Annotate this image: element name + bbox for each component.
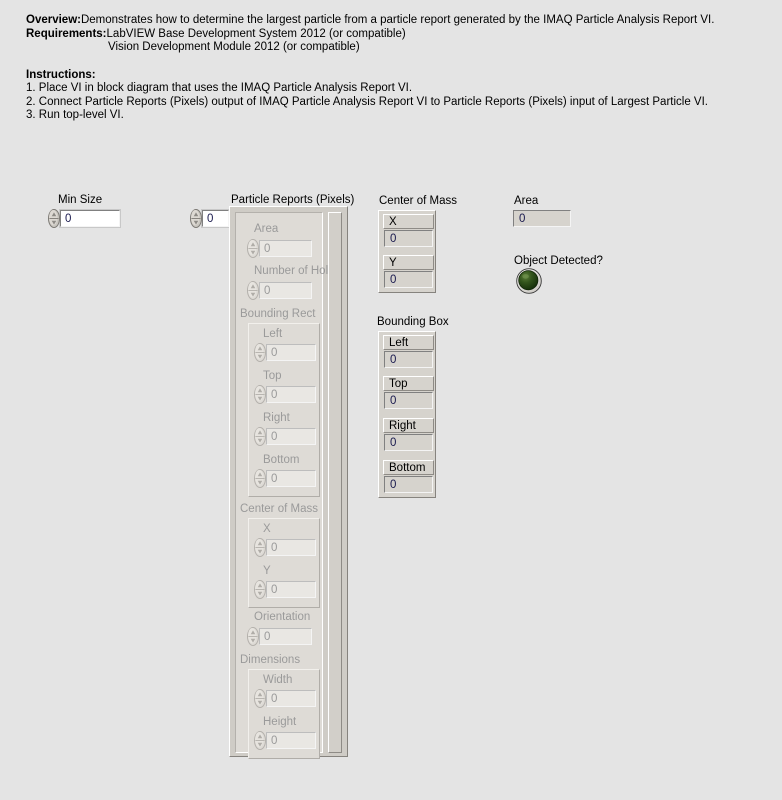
pr-holes-value: 0 bbox=[259, 282, 312, 299]
spinner-up-down-icon bbox=[254, 538, 266, 557]
pr-br-left-value: 0 bbox=[266, 344, 316, 361]
spinner-up-down-icon bbox=[247, 239, 259, 258]
overview-label: Overview: bbox=[26, 14, 81, 26]
pr-dim-width-label: Width bbox=[263, 674, 293, 686]
bb-bottom-value: 0 bbox=[384, 476, 433, 493]
pr-center-of-mass-cluster: X 0 Y 0 bbox=[248, 518, 320, 608]
spinner-up-down-icon[interactable] bbox=[190, 209, 202, 228]
pr-br-bottom-control: 0 bbox=[254, 469, 316, 488]
bb-top-label-shelf: Top bbox=[383, 376, 434, 391]
pr-dimensions-cluster: Width 0 Height 0 bbox=[248, 669, 320, 759]
particle-reports-index-value[interactable]: 0 bbox=[202, 210, 229, 227]
spinner-up-down-icon bbox=[247, 627, 259, 646]
object-detected-led[interactable] bbox=[516, 268, 542, 294]
pr-dimensions-label: Dimensions bbox=[240, 654, 301, 666]
bb-right-label: Right bbox=[389, 420, 416, 432]
bb-bottom-label: Bottom bbox=[389, 462, 426, 474]
pr-dim-width-value: 0 bbox=[266, 690, 316, 707]
bb-right-label-shelf: Right bbox=[383, 418, 434, 433]
pr-dim-height-label: Height bbox=[263, 716, 297, 728]
spinner-up-down-icon bbox=[254, 427, 266, 446]
spinner-up-down-icon bbox=[254, 343, 266, 362]
documentation-block: Overview:Demonstrates how to determine t… bbox=[26, 14, 746, 123]
pr-com-y-label: Y bbox=[263, 565, 271, 577]
pr-br-top-control: 0 bbox=[254, 385, 316, 404]
pr-orientation-control: 0 bbox=[247, 627, 312, 646]
pr-bounding-rect-cluster: Left 0 Top 0 Right 0 Bottom 0 bbox=[248, 323, 320, 497]
center-of-mass-label: Center of Mass bbox=[379, 195, 457, 207]
pr-com-x-label: X bbox=[263, 523, 271, 535]
min-size-label: Min Size bbox=[58, 194, 103, 206]
particle-reports-array[interactable]: Area 0 Number of Holes 0 Bounding Rect L… bbox=[229, 206, 348, 759]
min-size-value[interactable]: 0 bbox=[60, 210, 120, 227]
particle-reports-index-control[interactable]: 0 bbox=[190, 209, 229, 228]
pr-dim-height-value: 0 bbox=[266, 732, 316, 749]
pr-area-value: 0 bbox=[259, 240, 312, 257]
led-bulb bbox=[518, 270, 539, 291]
instruction-item-2: 2. Connect Particle Reports (Pixels) out… bbox=[26, 95, 708, 108]
pr-br-top-value: 0 bbox=[266, 386, 316, 403]
pr-com-y-value: 0 bbox=[266, 581, 316, 598]
instructions-label: Instructions: bbox=[26, 68, 96, 81]
pr-dim-width-control: 0 bbox=[254, 689, 316, 708]
spinner-up-down-icon bbox=[254, 469, 266, 488]
pr-br-top-label: Top bbox=[263, 370, 282, 382]
particle-report-cluster: Area 0 Number of Holes 0 Bounding Rect L… bbox=[235, 212, 340, 759]
requirements-text-2: Vision Development Module 2012 (or compa… bbox=[108, 41, 360, 53]
pr-br-left-label: Left bbox=[263, 328, 283, 340]
com-y-value: 0 bbox=[384, 271, 433, 288]
spinner-up-down-icon[interactable] bbox=[48, 209, 60, 228]
bb-left-label: Left bbox=[389, 337, 409, 349]
spinner-up-down-icon bbox=[254, 731, 266, 750]
area-label: Area bbox=[514, 195, 539, 207]
bounding-box-label: Bounding Box bbox=[377, 316, 449, 328]
bb-left-label-shelf: Left bbox=[383, 335, 434, 350]
requirements-text: LabVIEW Base Development System 2012 (or… bbox=[106, 27, 406, 40]
bb-right-value: 0 bbox=[384, 434, 433, 451]
pr-br-bottom-label: Bottom bbox=[263, 454, 300, 466]
pr-area-label: Area bbox=[254, 223, 279, 235]
object-detected-label: Object Detected? bbox=[514, 255, 603, 267]
pr-br-right-label: Right bbox=[263, 412, 290, 424]
pr-area-control: 0 bbox=[247, 239, 312, 258]
pr-bounding-rect-label: Bounding Rect bbox=[240, 308, 316, 320]
pr-br-right-control: 0 bbox=[254, 427, 316, 446]
spinner-up-down-icon bbox=[247, 281, 259, 300]
overview-text: Demonstrates how to determine the larges… bbox=[80, 14, 715, 26]
com-x-value: 0 bbox=[384, 230, 433, 247]
instruction-item-3: 3. Run top-level VI. bbox=[26, 109, 124, 121]
requirements-line-2: Vision Development Module 2012 (or compa… bbox=[26, 41, 746, 55]
bb-top-value: 0 bbox=[384, 392, 433, 409]
spinner-up-down-icon bbox=[254, 580, 266, 599]
spinner-up-down-icon bbox=[254, 689, 266, 708]
bb-bottom-label-shelf: Bottom bbox=[383, 460, 434, 475]
spinner-up-down-icon bbox=[254, 385, 266, 404]
pr-orientation-value: 0 bbox=[259, 628, 312, 645]
requirements-label: Requirements: bbox=[26, 27, 107, 40]
pr-orientation-label: Orientation bbox=[254, 611, 311, 623]
pr-com-label: Center of Mass bbox=[240, 503, 318, 515]
com-y-label: Y bbox=[389, 257, 397, 269]
com-x-label: X bbox=[389, 216, 397, 228]
pr-com-x-value: 0 bbox=[266, 539, 316, 556]
com-x-label-shelf: X bbox=[383, 214, 434, 229]
particle-reports-scrollbar[interactable] bbox=[328, 212, 342, 753]
instruction-item-1: 1. Place VI in block diagram that uses t… bbox=[26, 82, 413, 94]
center-of-mass-cluster: X 0 Y 0 bbox=[378, 210, 436, 293]
requirements-line: Requirements:LabVIEW Base Development Sy… bbox=[26, 28, 746, 42]
pr-dim-height-control: 0 bbox=[254, 731, 316, 750]
bb-left-value: 0 bbox=[384, 351, 433, 368]
area-value: 0 bbox=[513, 210, 571, 227]
min-size-control[interactable]: 0 bbox=[48, 209, 120, 228]
com-y-label-shelf: Y bbox=[383, 255, 434, 270]
pr-com-x-control: 0 bbox=[254, 538, 316, 557]
bounding-box-cluster: Left 0 Top 0 Right 0 Bottom 0 bbox=[378, 331, 436, 498]
pr-br-left-control: 0 bbox=[254, 343, 316, 362]
pr-br-bottom-value: 0 bbox=[266, 470, 316, 487]
pr-holes-control: 0 bbox=[247, 281, 312, 300]
pr-br-right-value: 0 bbox=[266, 428, 316, 445]
pr-com-y-control: 0 bbox=[254, 580, 316, 599]
bb-top-label: Top bbox=[389, 378, 408, 390]
overview-line: Overview:Demonstrates how to determine t… bbox=[26, 14, 746, 28]
